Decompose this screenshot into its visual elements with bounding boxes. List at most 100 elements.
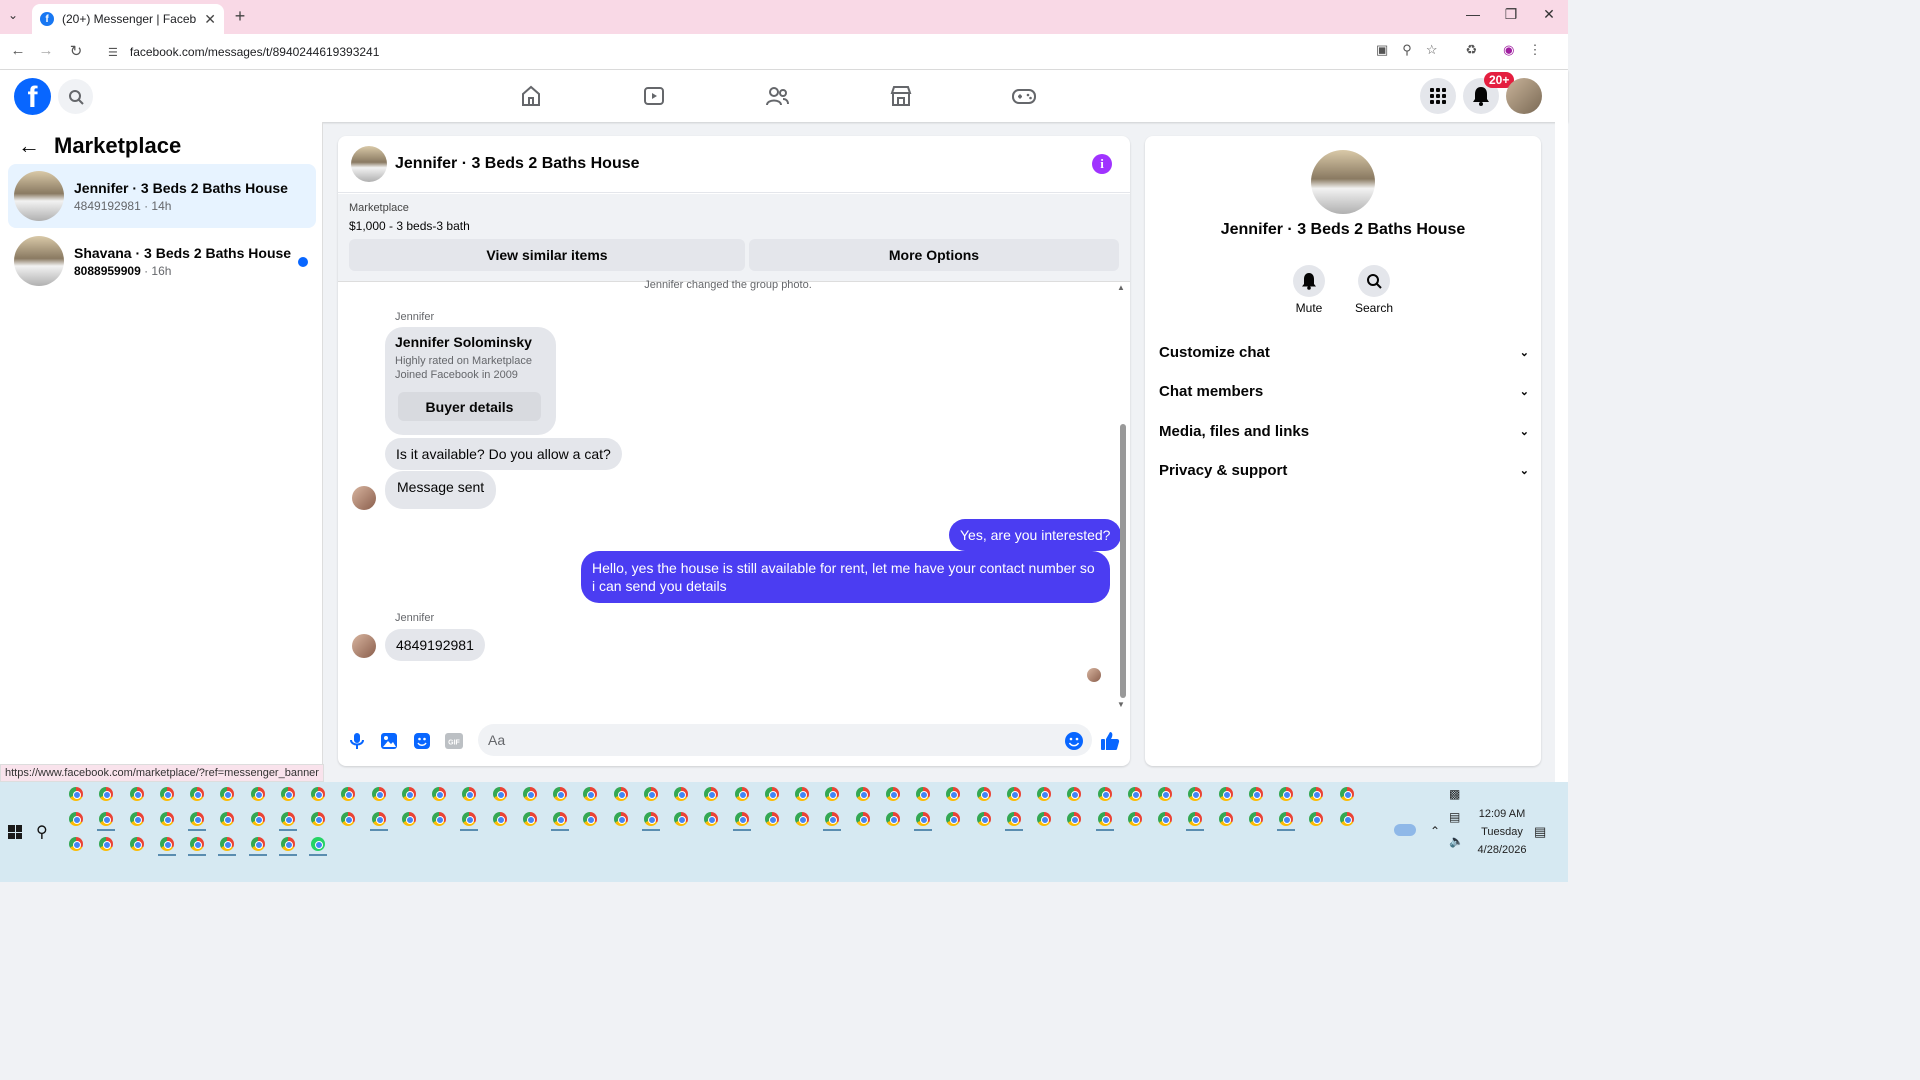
account-avatar[interactable] bbox=[1506, 78, 1542, 114]
microphone-icon[interactable] bbox=[347, 731, 367, 751]
network-icon[interactable]: ▤ bbox=[1449, 810, 1460, 824]
zoom-icon[interactable]: ⚲ bbox=[1402, 42, 1412, 58]
home-nav-icon[interactable] bbox=[514, 80, 548, 112]
outgoing-message[interactable]: Yes, are you interested? bbox=[949, 519, 1122, 551]
incoming-message[interactable]: Is it available? Do you allow a cat? bbox=[385, 438, 622, 470]
message-input[interactable]: Aa bbox=[478, 724, 1092, 756]
chrome-taskbar-icon[interactable] bbox=[159, 812, 174, 826]
chrome-taskbar-icon[interactable] bbox=[885, 787, 900, 801]
chrome-taskbar-icon[interactable] bbox=[613, 787, 628, 801]
photo-icon[interactable] bbox=[379, 731, 399, 751]
media-files-links-row[interactable]: Media, files and links ⌄ bbox=[1159, 423, 1529, 440]
privacy-support-row[interactable]: Privacy & support ⌄ bbox=[1159, 462, 1529, 479]
chrome-taskbar-icon[interactable] bbox=[1339, 787, 1354, 801]
more-options-button[interactable]: More Options bbox=[749, 239, 1119, 271]
windows-start-icon[interactable] bbox=[8, 825, 22, 839]
new-tab-button[interactable]: + bbox=[230, 6, 250, 26]
scroll-up-icon[interactable]: ▲ bbox=[1117, 283, 1125, 292]
search-in-chat-button[interactable] bbox=[1358, 265, 1390, 297]
back-arrow-icon[interactable]: ← bbox=[18, 133, 40, 159]
chat-members-row[interactable]: Chat members ⌄ bbox=[1159, 383, 1529, 400]
chrome-taskbar-icon[interactable] bbox=[280, 787, 295, 801]
chrome-taskbar-icon[interactable] bbox=[371, 812, 386, 826]
chrome-taskbar-icon[interactable] bbox=[553, 787, 567, 801]
chrome-taskbar-icon[interactable] bbox=[734, 787, 749, 801]
chrome-taskbar-icon[interactable] bbox=[129, 787, 144, 801]
chrome-taskbar-icon[interactable] bbox=[311, 787, 325, 801]
sender-avatar[interactable] bbox=[352, 486, 376, 510]
chrome-taskbar-icon[interactable] bbox=[159, 787, 174, 801]
clock-day[interactable]: Tuesday bbox=[1470, 826, 1534, 838]
chrome-taskbar-icon[interactable] bbox=[159, 837, 174, 851]
gaming-nav-icon[interactable] bbox=[1007, 80, 1041, 112]
chrome-taskbar-icon[interactable] bbox=[1158, 812, 1172, 826]
sender-avatar[interactable] bbox=[352, 634, 376, 658]
chrome-taskbar-icon[interactable] bbox=[69, 812, 83, 826]
url-field[interactable]: ☰ facebook.com/messages/t/89402446193932… bbox=[100, 40, 1460, 64]
chrome-taskbar-icon[interactable] bbox=[250, 812, 265, 826]
browser-tab[interactable]: f (20+) Messenger | Facebook ✕ bbox=[32, 4, 224, 34]
chrome-taskbar-icon[interactable] bbox=[643, 787, 658, 801]
install-app-icon[interactable]: ▣ bbox=[1376, 42, 1388, 58]
forward-icon[interactable]: → bbox=[36, 42, 56, 59]
chrome-taskbar-icon[interactable] bbox=[674, 787, 688, 801]
chrome-taskbar-icon[interactable] bbox=[855, 787, 870, 801]
chrome-taskbar-icon[interactable] bbox=[1037, 787, 1051, 801]
back-icon[interactable]: ← bbox=[8, 42, 28, 59]
chrome-taskbar-icon[interactable] bbox=[1127, 812, 1142, 826]
chrome-taskbar-icon[interactable] bbox=[916, 787, 930, 801]
chrome-taskbar-icon[interactable] bbox=[916, 812, 930, 826]
marketplace-nav-icon[interactable] bbox=[884, 80, 918, 112]
chrome-taskbar-icon[interactable] bbox=[674, 812, 688, 826]
chrome-taskbar-icon[interactable] bbox=[795, 787, 809, 801]
taskbar-search-icon[interactable]: ⚲ bbox=[36, 822, 48, 842]
chrome-taskbar-icon[interactable] bbox=[1218, 812, 1233, 826]
notification-center-icon[interactable]: ▤ bbox=[1534, 824, 1546, 840]
chrome-taskbar-icon[interactable] bbox=[976, 787, 991, 801]
chat-avatar[interactable] bbox=[351, 146, 387, 182]
clock-date[interactable]: 4/28/2026 bbox=[1470, 844, 1534, 856]
close-tab-icon[interactable]: ✕ bbox=[204, 11, 216, 28]
chrome-taskbar-icon[interactable] bbox=[311, 812, 325, 826]
restore-icon[interactable]: ❐ bbox=[1496, 6, 1526, 23]
chrome-taskbar-icon[interactable] bbox=[795, 812, 809, 826]
reload-icon[interactable]: ↻ bbox=[66, 42, 86, 60]
emoji-icon[interactable] bbox=[1064, 731, 1084, 751]
chrome-taskbar-icon[interactable] bbox=[553, 812, 567, 826]
chrome-taskbar-icon[interactable] bbox=[643, 812, 658, 826]
gif-icon[interactable]: GIF bbox=[444, 731, 464, 751]
onedrive-cloud-icon[interactable] bbox=[1394, 824, 1416, 836]
chrome-taskbar-icon[interactable] bbox=[432, 787, 446, 801]
outgoing-message[interactable]: Hello, yes the house is still available … bbox=[581, 551, 1110, 603]
chrome-taskbar-icon[interactable] bbox=[1127, 787, 1142, 801]
chrome-taskbar-icon[interactable] bbox=[885, 812, 900, 826]
chrome-taskbar-icon[interactable] bbox=[250, 837, 265, 851]
profile-icon[interactable]: ◉ bbox=[1503, 42, 1514, 58]
chrome-taskbar-icon[interactable] bbox=[280, 837, 295, 851]
scroll-down-icon[interactable]: ▼ bbox=[1117, 700, 1125, 709]
chrome-taskbar-icon[interactable] bbox=[69, 787, 83, 801]
chrome-taskbar-icon[interactable] bbox=[1339, 812, 1354, 826]
browser-menu-icon[interactable]: ⋮ bbox=[1528, 42, 1541, 58]
chrome-taskbar-icon[interactable] bbox=[401, 787, 416, 801]
chrome-taskbar-icon[interactable] bbox=[613, 812, 628, 826]
chrome-taskbar-icon[interactable] bbox=[492, 812, 507, 826]
chrome-taskbar-icon[interactable] bbox=[371, 787, 386, 801]
tab-search-icon[interactable]: ⌄ bbox=[8, 8, 18, 22]
chrome-taskbar-icon[interactable] bbox=[734, 812, 749, 826]
conversation-item[interactable]: Shavana · 3 Beds 2 Baths House 808895990… bbox=[8, 229, 316, 293]
chrome-taskbar-icon[interactable] bbox=[855, 812, 870, 826]
facebook-search-button[interactable] bbox=[58, 79, 93, 114]
chrome-taskbar-icon[interactable] bbox=[69, 837, 83, 851]
chrome-taskbar-icon[interactable] bbox=[1097, 812, 1112, 826]
chrome-taskbar-icon[interactable] bbox=[764, 812, 779, 826]
chrome-taskbar-icon[interactable] bbox=[1006, 812, 1021, 826]
chrome-taskbar-icon[interactable] bbox=[976, 812, 991, 826]
sticker-icon[interactable] bbox=[412, 731, 432, 751]
tray-device-icon[interactable]: ▩ bbox=[1449, 787, 1460, 801]
chat-info-avatar[interactable] bbox=[1311, 150, 1375, 214]
minimize-icon[interactable]: — bbox=[1458, 6, 1488, 22]
chrome-taskbar-icon[interactable] bbox=[190, 837, 204, 851]
chrome-taskbar-icon[interactable] bbox=[1158, 787, 1172, 801]
buyer-details-button[interactable]: Buyer details bbox=[398, 392, 541, 421]
